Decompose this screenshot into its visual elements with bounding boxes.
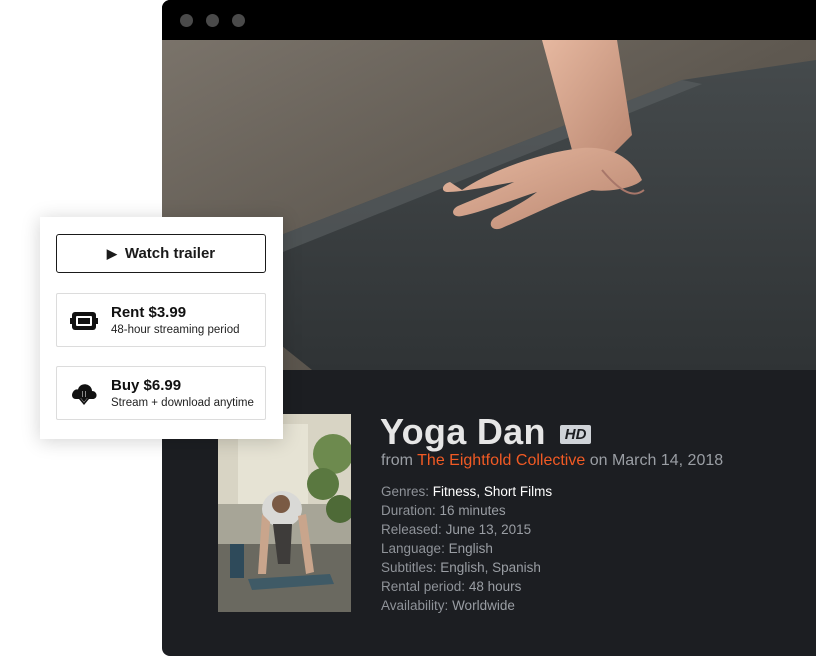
duration-label: Duration:	[381, 503, 436, 518]
cloud-download-icon	[72, 384, 97, 405]
buy-option-button[interactable]: Buy $6.99 Stream + download anytime	[56, 366, 266, 420]
duration-row: Duration: 16 minutes	[381, 501, 552, 520]
title-row: Yoga Dan HD	[380, 408, 592, 456]
language-label: Language:	[381, 541, 445, 556]
byline-from: from	[381, 452, 413, 469]
genres-row: Genres: Fitness, Short Films	[381, 482, 552, 501]
play-icon: ▶	[106, 245, 117, 261]
watch-trailer-label: Watch trailer	[124, 245, 216, 262]
rental-label: Rental period:	[381, 579, 466, 594]
availability-row: Availability: Worldwide	[381, 596, 552, 615]
language-value: English	[448, 541, 493, 556]
film-metadata: Genres: Fitness, Short Films Duration: 1…	[381, 482, 552, 615]
duration-value: 16 minutes	[439, 503, 506, 518]
studio-link[interactable]: The Eightfold Collective	[417, 452, 585, 469]
released-row: Released: June 13, 2015	[381, 520, 552, 539]
genre-separator: ,	[476, 484, 481, 499]
buy-price: Buy $6.99	[111, 377, 182, 394]
released-value: June 13, 2015	[445, 522, 532, 537]
buy-description: Stream + download anytime	[111, 397, 254, 409]
subtitles-label: Subtitles:	[381, 560, 437, 575]
released-label: Released:	[381, 522, 442, 537]
window-zoom-dot[interactable]	[232, 14, 245, 27]
rental-row: Rental period: 48 hours	[381, 577, 552, 596]
rent-price: Rent $3.99	[111, 304, 187, 321]
genre-link[interactable]: Short Films	[484, 484, 552, 499]
watch-trailer-button[interactable]: ▶ Watch trailer	[56, 234, 266, 273]
purchase-card: ▶ Watch trailer Rent $3.99 48-hour strea…	[40, 217, 283, 439]
ticket-icon	[70, 312, 98, 330]
publish-date: March 14, 2018	[611, 452, 724, 469]
language-row: Language: English	[381, 539, 552, 558]
poster-yoga-illustration	[218, 414, 351, 612]
film-byline: from The Eightfold Collective on March 1…	[381, 452, 723, 470]
genre-link[interactable]: Fitness	[433, 484, 477, 499]
subtitles-row: Subtitles: English, Spanish	[381, 558, 552, 577]
subtitles-value: English, Spanish	[440, 560, 541, 575]
byline-on: on	[589, 452, 608, 469]
window-close-dot[interactable]	[180, 14, 193, 27]
genres-label: Genres:	[381, 484, 430, 499]
availability-label: Availability:	[381, 598, 449, 613]
window-minimize-dot[interactable]	[206, 14, 219, 27]
window-titlebar	[162, 0, 816, 40]
film-title: Yoga Dan	[380, 411, 546, 452]
availability-value: Worldwide	[452, 598, 515, 613]
rental-value: 48 hours	[468, 579, 522, 594]
film-poster[interactable]	[218, 414, 351, 612]
rent-option-button[interactable]: Rent $3.99 48-hour streaming period	[56, 293, 266, 347]
hd-badge: HD	[559, 424, 592, 444]
rent-description: 48-hour streaming period	[111, 324, 240, 336]
